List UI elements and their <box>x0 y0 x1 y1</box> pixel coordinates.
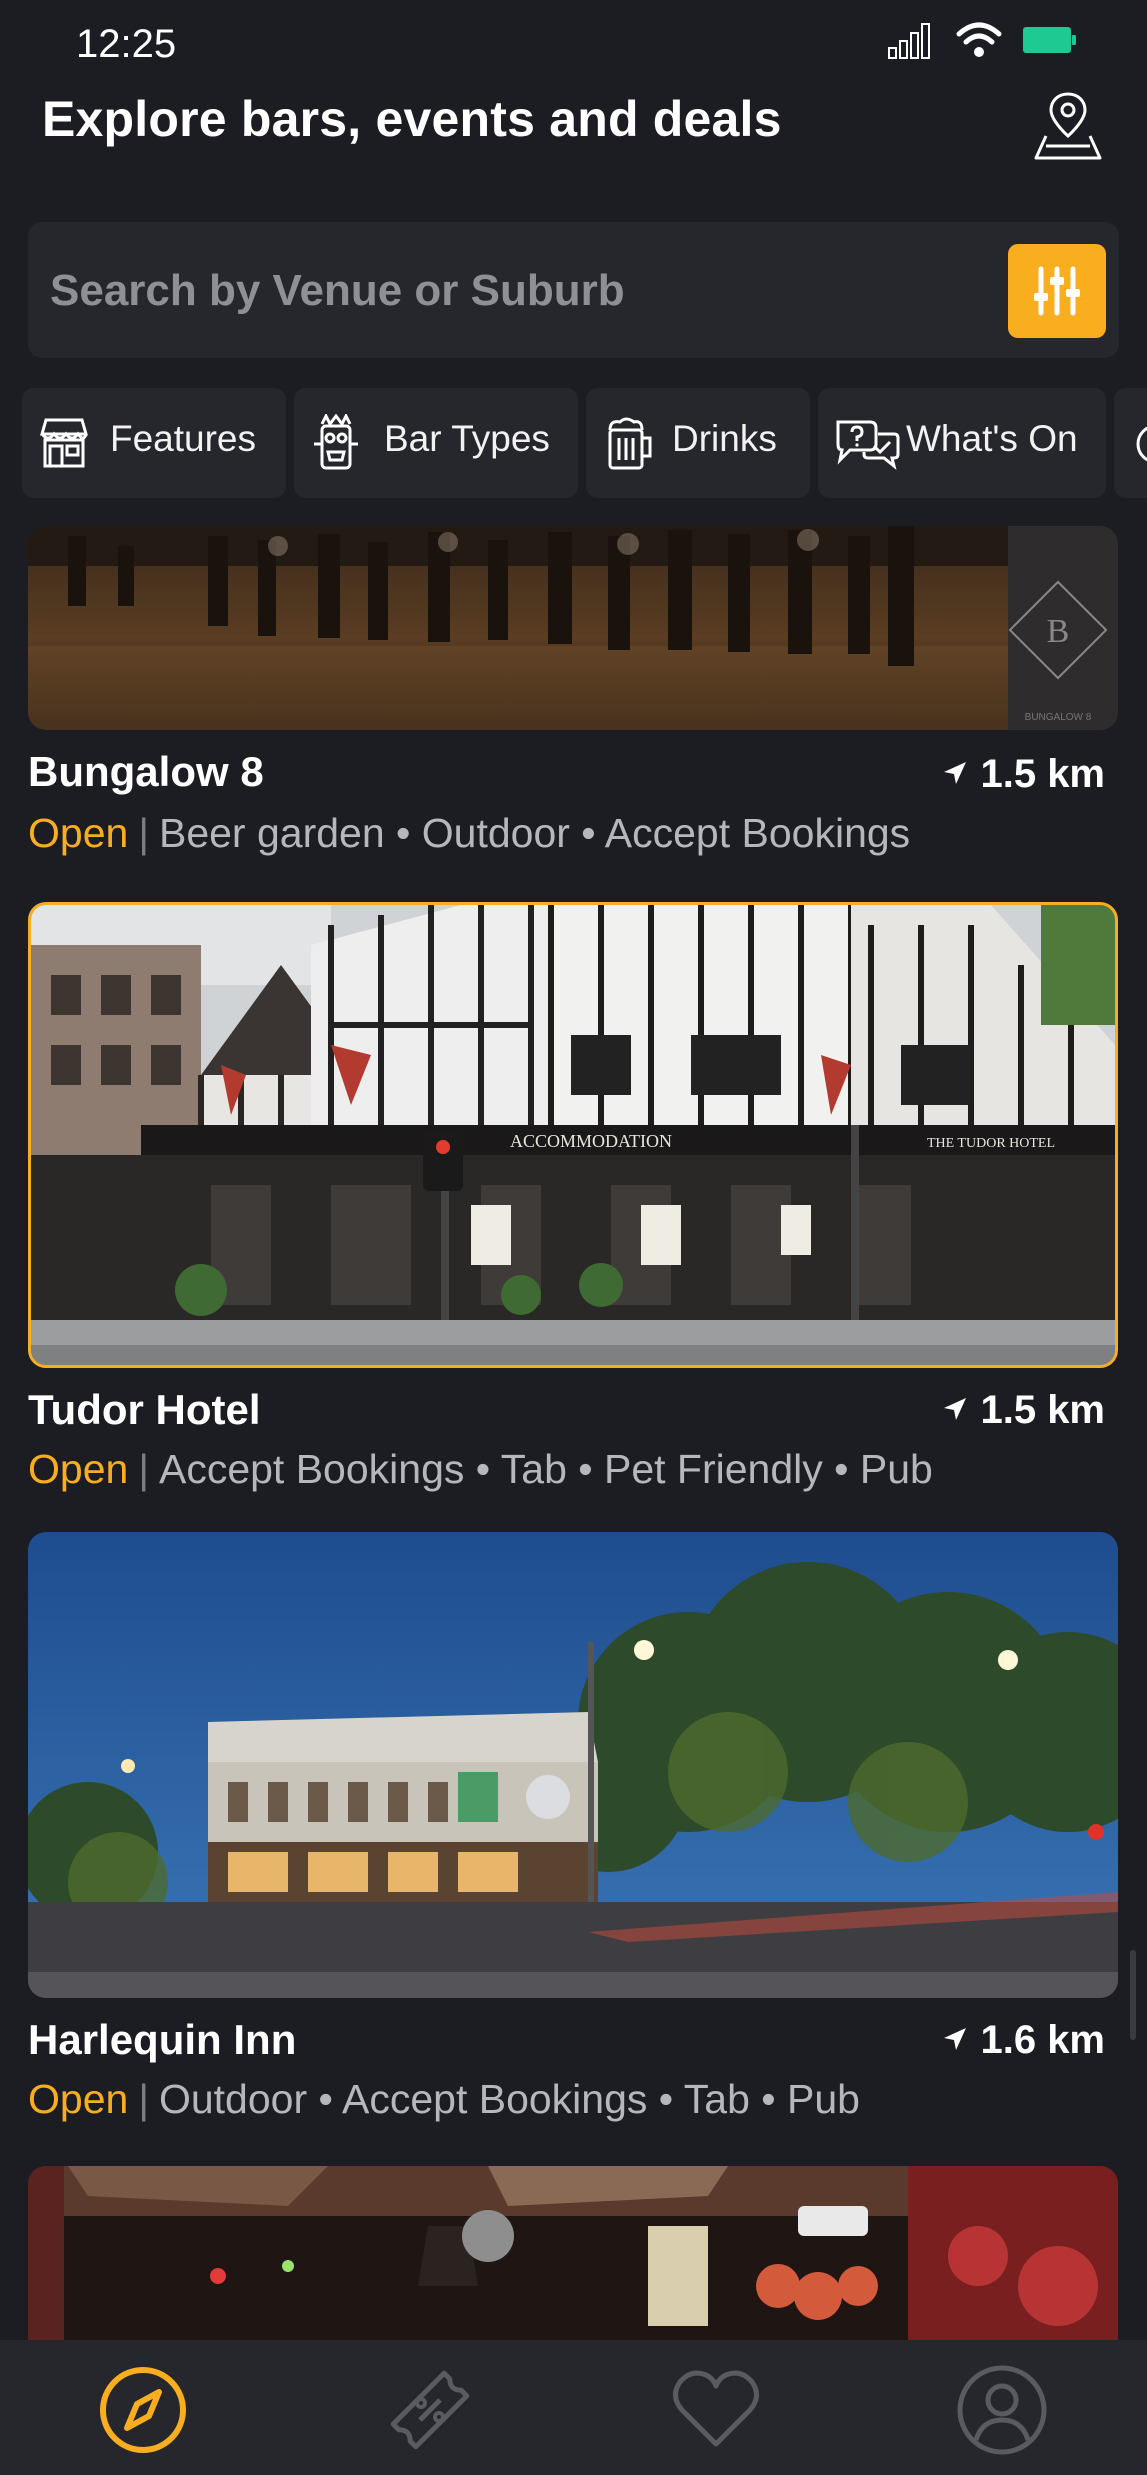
meta-separator: | <box>138 2076 149 2122</box>
venue-distance: 1.6 km <box>942 2018 1105 2063</box>
venue-name[interactable]: Tudor Hotel <box>28 1386 261 1434</box>
venue-tags: Outdoor • Accept Bookings • Tab • Pub <box>158 2076 860 2122</box>
chip-whats-on[interactable]: What's On <box>818 388 1106 498</box>
compass-icon <box>100 2367 186 2453</box>
user-circle-icon <box>957 2365 1047 2455</box>
harlequin-inn-photo <box>28 1532 1118 1998</box>
tudor-hotel-photo: ACCOMMODATION THE TUDOR HOTEL <box>31 905 1115 1365</box>
next-venue-photo <box>28 2166 1118 2340</box>
chip-label: What's On <box>906 418 1078 459</box>
venue-photo[interactable] <box>28 1532 1118 1998</box>
open-status: Open <box>28 810 129 856</box>
bottom-tab-bar <box>0 2340 1147 2475</box>
venue-distance: 1.5 km <box>942 752 1105 797</box>
distance-value: 1.5 km <box>980 1388 1105 1432</box>
venue-tags: Beer garden • Outdoor • Accept Bookings <box>158 810 911 856</box>
status-bar: 12:25 <box>0 0 1147 90</box>
signal-icon <box>888 23 930 59</box>
tab-explore[interactable] <box>93 2360 193 2460</box>
battery-icon <box>1023 27 1076 53</box>
status-time: 12:25 <box>76 22 177 66</box>
open-status: Open <box>28 2076 129 2122</box>
venue-tags: Accept Bookings • Tab • Pet Friendly • P… <box>158 1446 933 1492</box>
chip-more[interactable] <box>1114 388 1147 498</box>
chip-features[interactable]: Features <box>22 388 286 498</box>
location-arrow-icon <box>944 1398 967 1421</box>
tab-profile[interactable] <box>952 2360 1052 2460</box>
bungalow-8-photo: B BUNGALOW 8 <box>28 526 1118 730</box>
filter-button[interactable] <box>1008 244 1106 338</box>
distance-value: 1.5 km <box>980 752 1105 796</box>
meta-separator: | <box>138 810 149 856</box>
category-chips: Features Bar Types Drinks What's On <box>22 388 1147 498</box>
tab-favourites[interactable] <box>666 2360 766 2460</box>
ticket-percent-icon <box>390 2370 470 2450</box>
location-arrow-icon <box>944 2028 967 2051</box>
scrollbar[interactable] <box>1130 1950 1136 2040</box>
search-input[interactable] <box>48 252 1002 330</box>
storefront-icon <box>40 418 88 468</box>
meta-separator: | <box>138 1446 149 1492</box>
tiki-icon <box>314 414 358 470</box>
venue-distance: 1.5 km <box>942 1388 1105 1433</box>
svg-text:B: B <box>1047 613 1070 650</box>
location-arrow-icon <box>944 762 967 785</box>
venue-meta: Open | Beer garden • Outdoor • Accept Book… <box>28 810 910 857</box>
page-title: Explore bars, events and deals <box>42 91 782 147</box>
venue-name[interactable]: Harlequin Inn <box>28 2016 296 2064</box>
heart-icon <box>673 2370 759 2447</box>
venue-meta: Open | Outdoor • Accept Bookings • Tab • P… <box>28 2076 860 2123</box>
chip-bar-types[interactable]: Bar Types <box>294 388 578 498</box>
wifi-icon <box>956 22 1002 57</box>
open-status: Open <box>28 1446 129 1492</box>
more-category-icon <box>1136 426 1147 462</box>
sign-hotel-name: THE TUDOR HOTEL <box>927 1136 1055 1151</box>
venue-photo[interactable]: ACCOMMODATION THE TUDOR HOTEL <box>28 902 1118 1368</box>
chip-label: Bar Types <box>384 418 550 459</box>
chip-label: Features <box>110 418 257 459</box>
chip-label: Drinks <box>672 418 777 459</box>
venue-name[interactable]: Bungalow 8 <box>28 748 264 796</box>
sign-accommodation: ACCOMMODATION <box>510 1131 672 1151</box>
venue-photo[interactable]: B BUNGALOW 8 <box>28 526 1118 730</box>
beer-mug-icon <box>608 417 652 470</box>
chat-question-icon <box>836 420 900 470</box>
distance-value: 1.6 km <box>980 2018 1105 2062</box>
venue-list: B BUNGALOW 8 Bungalow 8 1.5 km Open | Beer… <box>0 526 1147 2340</box>
chip-drinks[interactable]: Drinks <box>586 388 810 498</box>
search-bar <box>28 222 1119 358</box>
map-pin-icon[interactable] <box>1030 88 1106 164</box>
photo-watermark: BUNGALOW 8 <box>1025 712 1092 723</box>
venue-photo[interactable] <box>28 2166 1118 2340</box>
tab-deals[interactable] <box>380 2360 480 2460</box>
sliders-icon <box>1034 266 1080 316</box>
venue-meta: Open | Accept Bookings • Tab • Pet Friendl… <box>28 1446 933 1493</box>
